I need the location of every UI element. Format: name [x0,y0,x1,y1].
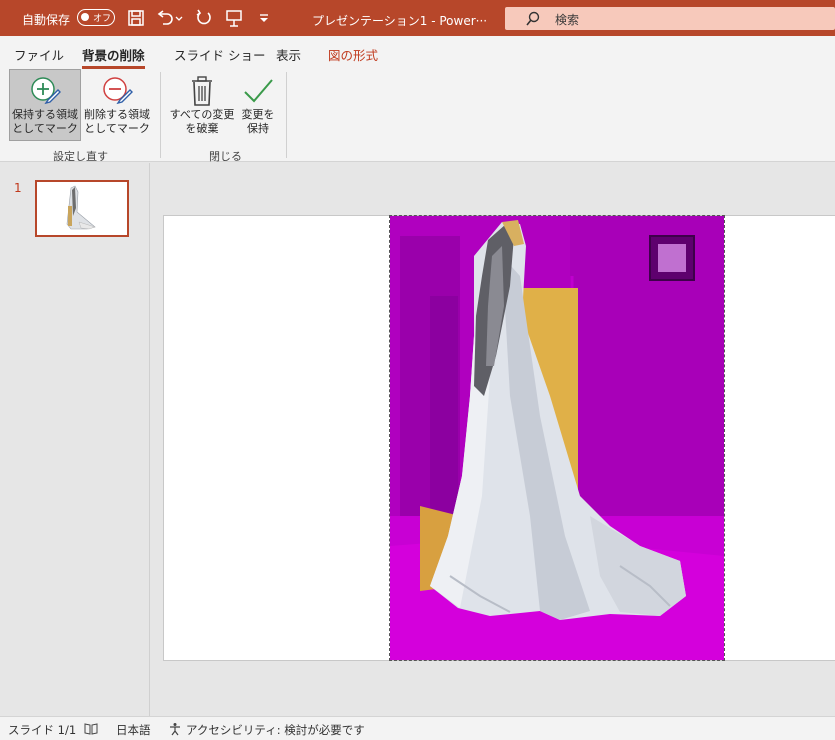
thumbnail-image [66,185,96,230]
tab-view[interactable]: 表示 [276,45,301,64]
slides-pane: 1 [0,163,150,716]
autosave-label: 自動保存 [22,13,71,27]
slide-info[interactable]: スライド 1/1 [8,722,76,738]
undo-icon[interactable] [155,8,175,28]
mark-remove-button[interactable]: 削除する領域 としてマーク [81,69,153,141]
slide-thumbnail[interactable] [35,180,129,237]
tab-picture-format[interactable]: 図の形式 [328,45,378,64]
keep-changes-button[interactable]: 変更を 保持 [222,69,294,141]
search-box[interactable]: 検索 [505,7,835,30]
tab-slide-show[interactable]: スライド ショー [174,45,265,64]
search-placeholder: 検索 [555,13,580,27]
mark-keep-label-1: 保持する領域 [12,108,78,121]
ribbon: ファイル 背景の削除 スライド ショー 表示 図の形式 保持する領域 としてマー… [0,36,835,163]
picture-background-removal[interactable] [389,215,725,661]
mark-remove-label-1: 削除する領域 [84,108,150,121]
tab-remove-background[interactable]: 背景の削除 [82,45,145,69]
autosave-state: オフ [93,14,112,24]
tab-file[interactable]: ファイル [14,45,64,64]
present-icon[interactable] [224,8,244,28]
undo-dropdown-icon[interactable] [174,8,184,28]
status-bar: スライド 1/1 日本語 アクセシビリティ: 検討が必要です [0,716,835,740]
mark-keep-icon [31,77,61,105]
group-label-close: 閉じる [209,150,242,163]
mark-remove-icon [103,77,133,105]
group-separator [286,72,287,158]
search-icon [526,11,540,26]
keep-label-2: 保持 [247,122,269,135]
mark-remove-label-2: としてマーク [84,122,150,135]
dress-photo [390,216,724,660]
customize-icon[interactable] [254,8,274,28]
slide-number: 1 [14,181,22,195]
group-separator [160,72,161,158]
group-label-refine: 設定し直す [53,150,108,163]
save-icon[interactable] [126,8,146,28]
document-title: プレゼンテーション1 - Power··· [312,14,488,28]
book-icon[interactable] [84,722,98,736]
mark-keep-button[interactable]: 保持する領域 としてマーク [9,69,81,141]
accessibility-icon[interactable] [168,722,182,736]
check-icon [244,79,273,103]
accessibility-status[interactable]: アクセシビリティ: 検討が必要です [186,722,365,738]
title-bar: 自動保存 オフ プレゼンテーション1 - Power··· 検索 [0,0,835,36]
trash-icon [192,76,212,106]
keep-label-1: 変更を [241,108,275,121]
language-indicator[interactable]: 日本語 [116,722,151,738]
autosave-toggle[interactable]: オフ [77,9,115,26]
redo-icon[interactable] [194,8,214,28]
mark-keep-label-2: としてマーク [12,122,78,135]
